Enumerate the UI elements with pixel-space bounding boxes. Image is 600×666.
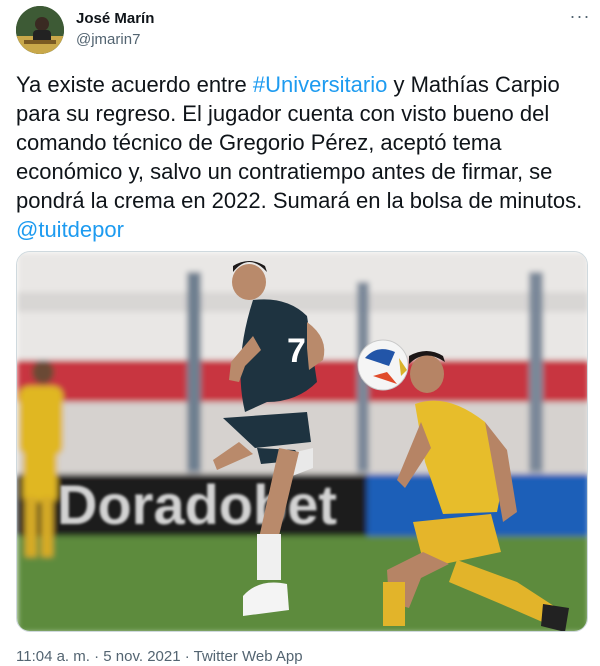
- meta-separator-1: ·: [89, 648, 104, 665]
- tweet-time[interactable]: 11:04 a. m.: [16, 648, 90, 665]
- tweet-meta: 11:04 a. m. · 5 nov. 2021 · Twitter Web …: [16, 648, 303, 665]
- banner-text: Doradobet: [57, 473, 337, 536]
- avatar-image: [16, 6, 64, 54]
- meta-separator-2: ·: [180, 648, 194, 665]
- football-photo: Doradobet 7: [17, 252, 587, 631]
- avatar[interactable]: [16, 6, 64, 54]
- tweet-text-start: Ya existe acuerdo entre: [16, 72, 253, 97]
- tweet-date[interactable]: 5 nov. 2021: [103, 648, 180, 665]
- author-name[interactable]: José Marín: [76, 10, 154, 27]
- mention-link[interactable]: @tuitdepor: [16, 217, 124, 242]
- tweet-source[interactable]: Twitter Web App: [194, 648, 303, 665]
- hashtag-link[interactable]: #Universitario: [253, 72, 388, 97]
- tweet-text: Ya existe acuerdo entre #Universitario y…: [16, 70, 586, 244]
- tweet-photo[interactable]: Doradobet 7: [16, 251, 588, 632]
- jersey-number: 7: [287, 332, 306, 370]
- author-handle[interactable]: @jmarin7: [76, 31, 140, 48]
- more-options-icon[interactable]: ···: [568, 7, 592, 28]
